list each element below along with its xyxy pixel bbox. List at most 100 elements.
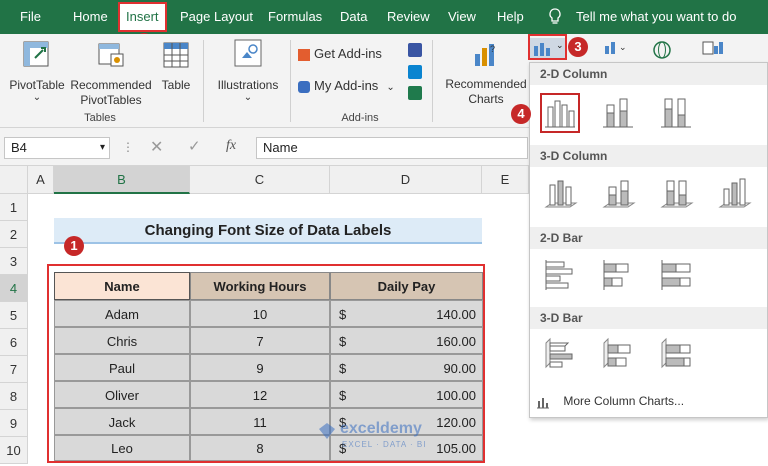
illustrations-dropdown[interactable]: ⌄ — [208, 93, 288, 103]
step-badge-1: 1 — [64, 236, 84, 256]
row-header-1[interactable]: 1 — [0, 194, 28, 221]
recommended-charts-icon: ? — [475, 44, 495, 66]
svg-text:⌄: ⌄ — [619, 42, 627, 52]
row-header-4[interactable]: 4 — [0, 275, 28, 302]
illustrations-icon — [234, 39, 262, 67]
column-header-d[interactable]: D — [330, 166, 482, 194]
illustrations-button[interactable]: Illustrations ⌄ — [208, 38, 288, 103]
menu-bar: File Home Insert Page Layout Formulas Da… — [0, 0, 768, 34]
enter-icon[interactable]: ✓ — [188, 137, 201, 155]
pivot-chart-icon — [702, 41, 723, 55]
pivot-table-icon — [23, 41, 49, 67]
insert-function-icon[interactable]: fx — [226, 138, 236, 154]
visio-icon[interactable] — [408, 43, 422, 57]
tab-help[interactable]: Help — [497, 0, 524, 34]
pivot-table-dropdown[interactable]: ⌄ — [6, 93, 68, 103]
pivot-table-label: PivotTable — [9, 78, 65, 92]
name-box-dropdown-icon[interactable]: ▾ — [100, 138, 105, 158]
stacked-bar-icon — [603, 260, 629, 290]
section-3d-column: 3-D Column — [530, 145, 767, 167]
my-addins-dropdown-icon[interactable]: ⌄ — [386, 82, 394, 93]
select-all-corner[interactable] — [0, 166, 28, 194]
3d-column-option[interactable] — [716, 175, 752, 211]
tab-view[interactable]: View — [448, 0, 476, 34]
clustered-bar-option[interactable] — [542, 257, 578, 293]
3d-column-icon — [718, 178, 752, 208]
more-options-icon: ⋮ — [122, 140, 134, 154]
recommended-pivot-label-1: Recommended — [70, 78, 152, 92]
get-addins-button[interactable]: Get Add-ins — [298, 46, 398, 62]
tables-group-label: Tables — [84, 112, 116, 124]
row-header-5[interactable]: 5 — [0, 302, 28, 329]
tab-file[interactable]: File — [20, 0, 41, 34]
3d-clustered-column-icon — [544, 180, 578, 208]
100-stacked-column-icon — [661, 98, 691, 128]
column-header-a[interactable]: A — [28, 166, 54, 194]
section-2d-bar: 2-D Bar — [530, 227, 767, 249]
hierarchy-chart-button[interactable]: ⌄ — [603, 38, 633, 60]
3d-100-stacked-bar-icon — [661, 337, 691, 369]
ribbon-separator — [203, 40, 204, 122]
sheet-title[interactable]: Changing Font Size of Data Labels — [54, 218, 482, 244]
name-box-value: B4 — [11, 140, 27, 155]
tab-data[interactable]: Data — [340, 0, 367, 34]
row-header-2[interactable]: 2 — [0, 221, 28, 248]
3d-100-stacked-bar-option[interactable] — [658, 337, 694, 373]
3d-clustered-bar-option[interactable] — [542, 337, 578, 373]
row-header-8[interactable]: 8 — [0, 383, 28, 410]
3d-stacked-bar-icon — [603, 337, 631, 369]
tab-review[interactable]: Review — [387, 0, 430, 34]
get-addins-label: Get Add-ins — [314, 46, 382, 61]
tab-page-layout[interactable]: Page Layout — [180, 0, 253, 34]
people-graph-icon[interactable] — [408, 86, 422, 100]
data-range-highlight — [47, 264, 485, 463]
cancel-icon[interactable]: ✕ — [150, 137, 163, 157]
ribbon-separator — [432, 40, 433, 122]
stacked-bar-option[interactable] — [600, 257, 636, 293]
3d-100-stacked-column-icon — [660, 180, 694, 208]
column-header-b[interactable]: B — [54, 166, 190, 194]
globe-icon — [653, 41, 671, 59]
100-stacked-column-option[interactable] — [658, 95, 694, 131]
row-header-3[interactable]: 3 — [0, 248, 28, 275]
pivot-table-button[interactable]: PivotTable ⌄ — [6, 40, 68, 103]
column-header-e[interactable]: E — [482, 166, 529, 194]
row-header-10[interactable]: 10 — [0, 437, 28, 464]
bing-icon[interactable] — [408, 65, 422, 79]
hierarchy-chart-icon: ⌄ — [605, 42, 627, 54]
3d-clustered-column-option[interactable] — [542, 175, 578, 211]
step-badge-4: 4 — [511, 104, 531, 124]
column-header-c[interactable]: C — [190, 166, 330, 194]
my-addins-button[interactable]: My Add-ins ⌄ — [298, 78, 408, 95]
3d-stacked-bar-option[interactable] — [600, 337, 636, 373]
stacked-column-option[interactable] — [600, 95, 636, 131]
more-column-charts-link[interactable]: More Column Charts... — [536, 391, 762, 411]
recommended-charts-button[interactable]: ? Recommended Charts — [440, 40, 532, 107]
more-charts-icon — [537, 397, 549, 409]
illustrations-label: Illustrations — [217, 78, 279, 92]
3d-100-stacked-column-option[interactable] — [658, 175, 694, 211]
recommended-pivot-tables-button[interactable]: Recommended PivotTables — [68, 40, 154, 108]
recommended-pivot-icon — [98, 43, 124, 67]
formula-input[interactable]: Name — [256, 137, 528, 159]
more-column-charts-label: More Column Charts... — [563, 394, 685, 408]
100-stacked-bar-option[interactable] — [658, 257, 694, 293]
svg-text:?: ? — [490, 44, 495, 54]
row-header-6[interactable]: 6 — [0, 329, 28, 356]
table-icon — [163, 42, 189, 68]
table-button[interactable]: Table — [156, 40, 196, 93]
100-stacked-bar-icon — [661, 260, 691, 290]
tab-formulas[interactable]: Formulas — [268, 0, 322, 34]
clustered-bar-icon — [545, 260, 573, 290]
insert-tab-highlight — [118, 2, 167, 32]
maps-button[interactable] — [652, 40, 674, 60]
pivot-chart-button[interactable] — [700, 38, 726, 60]
tab-home[interactable]: Home — [73, 0, 108, 34]
clustered-column-option[interactable] — [540, 93, 580, 133]
row-header-9[interactable]: 9 — [0, 410, 28, 437]
3d-stacked-column-option[interactable] — [600, 175, 636, 211]
tell-me-search[interactable]: Tell me what you want to do — [576, 0, 736, 34]
section-2d-column: 2-D Column — [530, 63, 767, 85]
row-header-7[interactable]: 7 — [0, 356, 28, 383]
name-box[interactable]: B4 ▾ — [4, 137, 110, 159]
